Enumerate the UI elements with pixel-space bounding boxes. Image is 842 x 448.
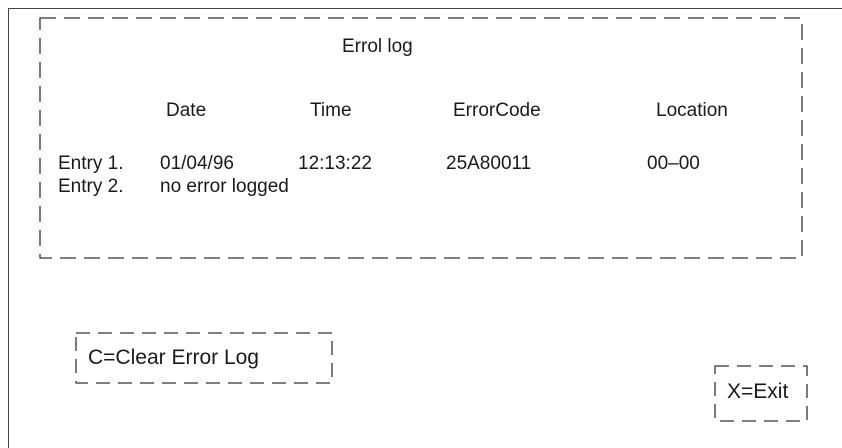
clear-error-log-button[interactable]: C=Clear Error Log — [75, 332, 333, 384]
exit-button[interactable]: X=Exit — [714, 365, 808, 422]
entry-1-date: 01/04/96 — [160, 153, 234, 174]
column-header-location: Location — [656, 100, 728, 121]
exit-button-label: X=Exit — [727, 380, 789, 403]
column-header-date: Date — [166, 100, 207, 121]
entry-1-location: 00–00 — [647, 153, 700, 174]
error-log-panel: Errol log Date Time ErrorCode Location E… — [39, 17, 803, 259]
entry-1-label: Entry 1. — [58, 153, 124, 174]
column-header-error-code: ErrorCode — [453, 100, 541, 121]
entry-2-message: no error logged — [160, 176, 289, 197]
entry-1-error-code: 25A80011 — [446, 153, 532, 174]
clear-error-log-button-label: C=Clear Error Log — [88, 346, 259, 369]
error-log-panel-border — [39, 17, 803, 259]
error-log-title: Errol log — [342, 36, 413, 57]
entry-2-label: Entry 2. — [58, 176, 124, 197]
column-header-time: Time — [310, 100, 352, 121]
entry-1-time: 12:13:22 — [298, 153, 372, 174]
